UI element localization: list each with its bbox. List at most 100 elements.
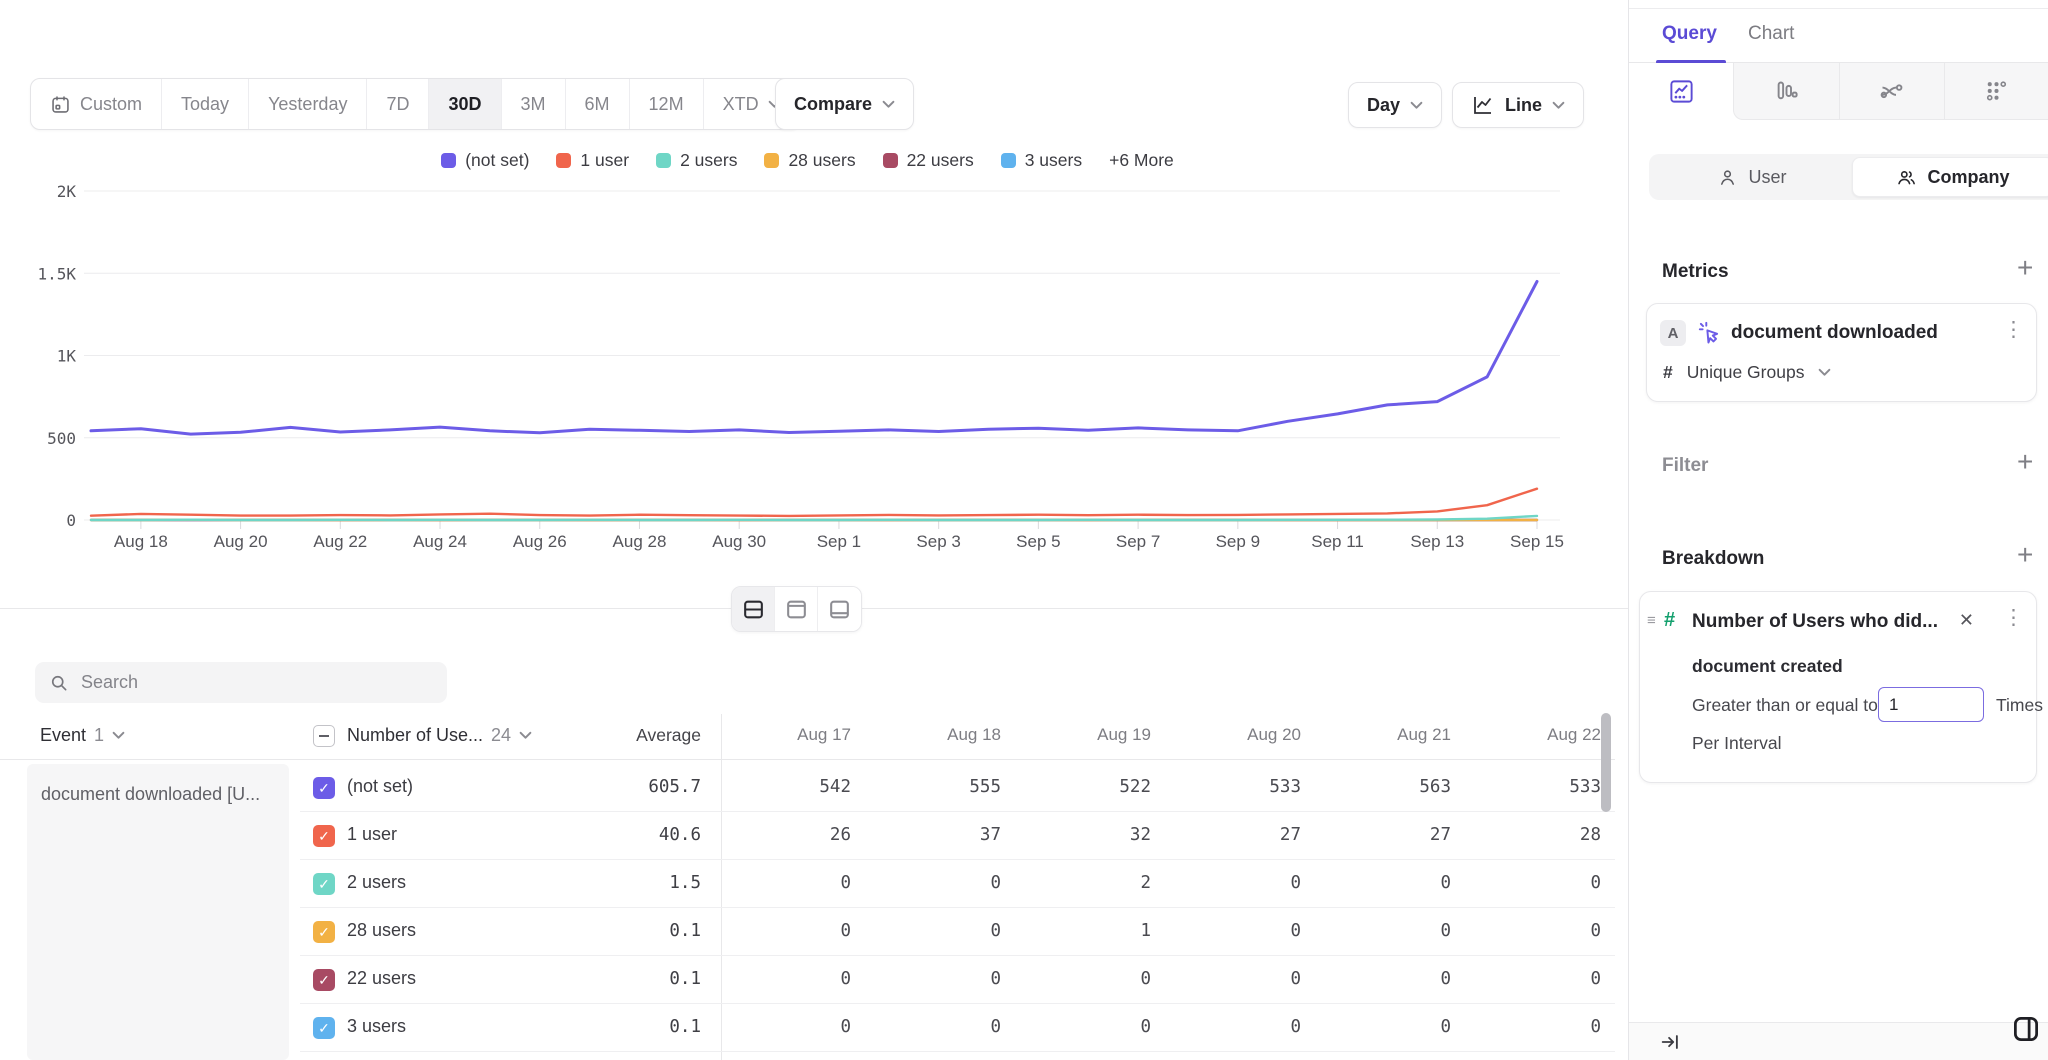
measure-selector[interactable]: # Unique Groups [1663, 362, 1831, 383]
average-value: 0.1 [520, 921, 701, 941]
chart-type-button[interactable]: Line [1452, 82, 1584, 128]
date-column-header[interactable]: Aug 18 [871, 725, 1001, 745]
tab-scatter-chart[interactable] [1944, 63, 2048, 120]
date-range-12m[interactable]: 12M [630, 79, 704, 129]
y-axis-tick-label: 1.5K [37, 264, 76, 283]
series-line[interactable] [91, 489, 1537, 516]
line-chart[interactable]: 05001K1.5K2KAug 18Aug 20Aug 22Aug 24Aug … [0, 140, 1615, 590]
x-axis-tick-label: Sep 1 [817, 532, 861, 551]
date-range-7d[interactable]: 7D [367, 79, 429, 129]
date-column-header[interactable]: Aug 21 [1321, 725, 1451, 745]
breakdown-card[interactable]: ≡ # Number of Users who did... ✕ ⋮ docum… [1639, 591, 2037, 783]
series-checkbox[interactable]: ✓ [313, 777, 335, 799]
cell-value: 0 [1171, 921, 1301, 941]
date-range-label: XTD [723, 94, 759, 115]
cell-value: 0 [1471, 969, 1601, 989]
date-range-30d[interactable]: 30D [429, 79, 501, 129]
tab-query[interactable]: Query [1662, 23, 1717, 45]
average-value: 40.6 [520, 825, 701, 845]
cell-value: 533 [1471, 777, 1601, 797]
entity-user-option[interactable]: User [1652, 157, 1852, 197]
tab-bar-chart[interactable] [1733, 63, 1838, 120]
y-axis-tick-label: 1K [57, 347, 77, 366]
date-range-label: 12M [649, 94, 684, 115]
search-input[interactable] [81, 672, 433, 693]
series-checkbox[interactable]: ✓ [313, 825, 335, 847]
event-column-header[interactable]: Event 1 [40, 725, 125, 746]
tab-flow-chart[interactable] [1839, 63, 1944, 120]
metric-event-name: document downloaded [1731, 322, 1938, 344]
cell-value: 0 [1171, 969, 1301, 989]
entity-company-option[interactable]: Company [1852, 157, 2048, 197]
condition-value-input[interactable] [1878, 687, 1984, 722]
series-checkbox[interactable]: ✓ [313, 969, 335, 991]
cell-value: 28 [1471, 825, 1601, 845]
condition-label: Greater than or equal to [1692, 695, 1878, 716]
series-checkbox[interactable]: ✓ [313, 873, 335, 895]
series-column-header[interactable]: Number of Use... 24 [347, 725, 532, 746]
cell-value: 1 [1021, 921, 1151, 941]
date-range-custom[interactable]: Custom [31, 79, 162, 129]
date-column-header[interactable]: Aug 20 [1171, 725, 1301, 745]
layout-table-only-button[interactable] [818, 587, 861, 631]
cell-value: 542 [721, 777, 851, 797]
drag-handle-icon[interactable]: ≡ [1647, 612, 1656, 629]
cell-value: 563 [1321, 777, 1451, 797]
date-range-today[interactable]: Today [162, 79, 249, 129]
series-label: 22 users [347, 968, 416, 989]
panel-toggle-icon[interactable] [2011, 1014, 2041, 1044]
compare-label: Compare [794, 94, 872, 115]
date-range-6m[interactable]: 6M [566, 79, 630, 129]
date-column-header[interactable]: Aug 19 [1021, 725, 1151, 745]
company-icon [1896, 167, 1917, 188]
tab-chart[interactable]: Chart [1748, 23, 1794, 45]
bottom-pane-icon [827, 597, 852, 622]
table-body: ✓(not set)605.7542555522533563533✓1 user… [0, 760, 1628, 1060]
series-checkbox[interactable]: ✓ [313, 1017, 335, 1039]
cell-value: 37 [871, 825, 1001, 845]
chevron-down-icon [519, 731, 532, 740]
entity-company-label: Company [1927, 167, 2009, 188]
table-row: ✓2 users1.5002000 [0, 860, 1628, 908]
vertical-scrollbar[interactable] [1601, 713, 1611, 812]
line-chart-icon [1668, 78, 1695, 105]
series-checkbox[interactable]: ✓ [313, 921, 335, 943]
close-icon[interactable]: ✕ [1959, 611, 1974, 629]
metric-card[interactable]: A document downloaded ⋮ # Unique Groups [1646, 303, 2037, 402]
date-range-label: 6M [585, 94, 610, 115]
add-filter-button[interactable]: + [2017, 448, 2033, 476]
y-axis-tick-label: 0 [66, 511, 76, 530]
cell-value: 0 [721, 873, 851, 893]
condition-unit-label: Times [1996, 695, 2043, 716]
top-pane-icon [784, 597, 809, 622]
cell-value: 27 [1321, 825, 1451, 845]
granularity-button[interactable]: Day [1348, 82, 1442, 128]
table-row: ✓1 user40.6263732272728 [0, 812, 1628, 860]
add-metric-button[interactable]: + [2017, 254, 2033, 282]
add-breakdown-button[interactable]: + [2017, 541, 2033, 569]
average-value: 0.1 [520, 1017, 701, 1037]
bar-chart-icon [1773, 78, 1800, 105]
series-line[interactable] [91, 282, 1537, 435]
breakdown-menu-icon[interactable]: ⋮ [2003, 607, 2024, 628]
entity-toggle: User Company [1649, 154, 2048, 200]
cell-value: 0 [1321, 1017, 1451, 1037]
chevron-down-icon [1818, 368, 1831, 377]
filter-section-title: Filter [1662, 455, 1708, 477]
cell-value: 0 [1321, 969, 1451, 989]
collapse-panel-icon[interactable] [1658, 1031, 1682, 1053]
x-axis-tick-label: Sep 11 [1311, 532, 1364, 551]
layout-chart-only-button[interactable] [775, 587, 818, 631]
date-range-3m[interactable]: 3M [502, 79, 566, 129]
date-column-header[interactable]: Aug 17 [721, 725, 851, 745]
x-axis-tick-label: Aug 26 [513, 532, 567, 551]
select-all-checkbox[interactable] [313, 725, 335, 747]
metric-menu-icon[interactable]: ⋮ [2003, 319, 2024, 340]
breakdown-section-title: Breakdown [1662, 548, 1764, 570]
date-column-header[interactable]: Aug 22 [1471, 725, 1601, 745]
series-label: 1 user [347, 824, 397, 845]
layout-split-button[interactable] [732, 587, 775, 631]
tab-line-chart[interactable] [1629, 63, 1733, 120]
compare-button[interactable]: Compare [775, 78, 914, 130]
date-range-yesterday[interactable]: Yesterday [249, 79, 367, 129]
